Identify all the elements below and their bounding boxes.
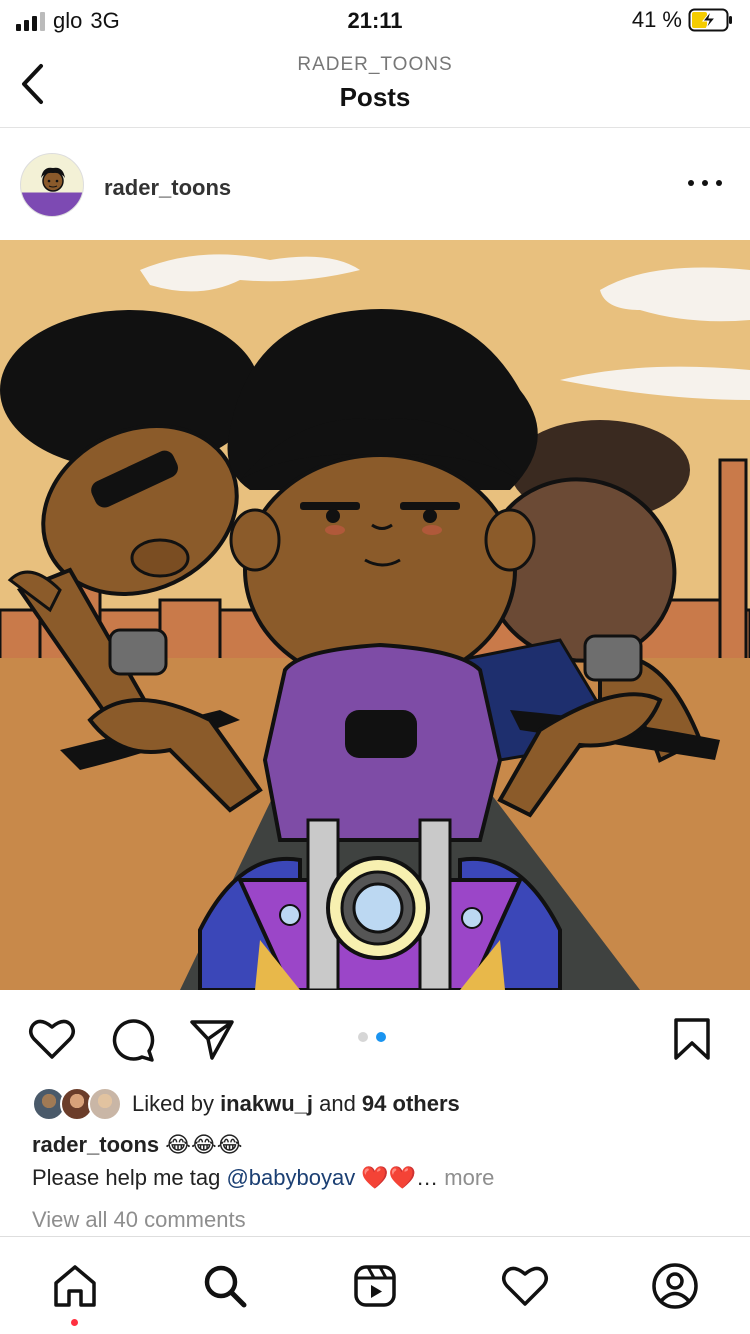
bottom-tab-bar xyxy=(0,1236,750,1334)
likes-prefix: Liked by xyxy=(132,1091,221,1116)
caption-emojis: 😂😂😂 xyxy=(165,1132,243,1157)
bookmark-icon xyxy=(674,1018,710,1060)
likes-others-count[interactable]: 94 others xyxy=(362,1091,460,1116)
avatar[interactable] xyxy=(20,153,84,217)
page-title: Posts xyxy=(339,82,411,112)
home-notification-dot xyxy=(71,1319,78,1326)
post-username[interactable]: rader_toons xyxy=(104,175,231,201)
battery-percent: 41 % xyxy=(631,7,682,32)
heart-icon xyxy=(29,1019,75,1059)
carousel-dot-active xyxy=(376,1032,386,1042)
caption-body: Please help me tag xyxy=(32,1165,227,1190)
heart-icon xyxy=(502,1266,548,1306)
comment-icon xyxy=(112,1019,155,1062)
tab-search[interactable] xyxy=(200,1261,250,1311)
home-icon xyxy=(54,1265,96,1307)
status-right: 41 % xyxy=(632,7,734,33)
caption-ellipsis: … xyxy=(416,1165,445,1190)
tab-home[interactable] xyxy=(50,1261,100,1311)
nav-header: RADER_TOONS Posts xyxy=(0,44,750,128)
liker-username[interactable]: inakwu_j xyxy=(220,1091,313,1116)
search-icon xyxy=(204,1265,247,1308)
share-icon xyxy=(190,1020,234,1060)
likes-text: Liked by inakwu_j and 94 others xyxy=(132,1091,460,1117)
more-options-button[interactable] xyxy=(688,173,722,193)
caption-header: rader_toons 😂😂😂 xyxy=(32,1132,242,1158)
avatar-cartoon-icon xyxy=(41,167,65,192)
tab-profile[interactable] xyxy=(650,1261,700,1311)
post-actions xyxy=(0,992,750,1084)
status-bar: glo 3G 21:11 41 % xyxy=(0,0,750,44)
save-button[interactable] xyxy=(667,1014,717,1064)
tab-activity[interactable] xyxy=(500,1261,550,1311)
caption-hearts: ❤️❤️ xyxy=(361,1165,417,1190)
battery-charging-icon xyxy=(688,8,732,32)
profile-icon xyxy=(652,1263,698,1309)
likes-middle: and xyxy=(312,1091,362,1116)
more-dot-icon xyxy=(702,180,708,186)
cartoon-illustration xyxy=(0,240,750,990)
comment-button[interactable] xyxy=(107,1014,157,1064)
liker-avatars xyxy=(32,1087,122,1121)
more-dot-icon xyxy=(716,180,722,186)
caption-mention[interactable]: @babyboyav xyxy=(226,1165,355,1190)
tab-reels[interactable] xyxy=(350,1261,400,1311)
more-dot-icon xyxy=(688,180,694,186)
share-button[interactable] xyxy=(187,1014,237,1064)
view-comments-link[interactable]: View all 40 comments xyxy=(32,1207,246,1233)
header-account-name: RADER_TOONS xyxy=(297,54,453,75)
caption-text: Please help me tag @babyboyav ❤️❤️… more xyxy=(32,1165,494,1191)
like-button[interactable] xyxy=(27,1014,77,1064)
liker-avatar xyxy=(88,1087,122,1121)
caption-username[interactable]: rader_toons xyxy=(32,1132,159,1157)
caption-more-link[interactable]: more xyxy=(444,1165,494,1190)
likes-summary[interactable]: Liked by inakwu_j and 94 others xyxy=(32,1086,460,1122)
reels-icon xyxy=(354,1265,396,1307)
carousel-indicator xyxy=(358,1032,386,1042)
post-header: rader_toons xyxy=(0,129,750,239)
post-image[interactable] xyxy=(0,240,750,990)
carousel-dot xyxy=(358,1032,368,1042)
